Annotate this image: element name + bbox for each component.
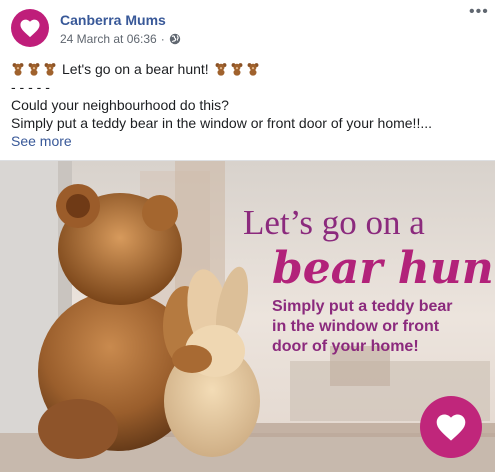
teddy-bear-emoji-icon <box>28 63 40 76</box>
image-headline-line-2: bear hunt! <box>272 243 495 294</box>
image-headline-line-1: Let’s go on a <box>243 203 425 242</box>
heart-icon <box>20 19 40 38</box>
page-name-link[interactable]: Canberra Mums <box>60 12 166 28</box>
post-image[interactable]: Let’s go on a bear hunt! Simply put a te… <box>0 160 495 472</box>
see-more-link[interactable]: See more <box>11 132 486 150</box>
post-timestamp[interactable]: 24 March at 06:36 <box>60 32 157 46</box>
teddy-bear-emoji-icon <box>215 63 227 76</box>
page-avatar[interactable] <box>11 9 49 47</box>
post-text-line-3: Could your neighbourhood do this? <box>11 97 229 113</box>
post-text-line-4: Simply put a teddy bear in the window or… <box>11 115 432 131</box>
teddy-bear-emoji-icon <box>247 63 259 76</box>
post-text-line-2: - - - - - <box>11 79 50 95</box>
post-text: Let's go on a bear hunt! - - - - - Could… <box>11 60 486 150</box>
post-meta: 24 March at 06:36 · <box>60 32 181 46</box>
post-headline-text: Let's go on a bear hunt! <box>62 61 209 77</box>
teddy-bear-emoji-icon <box>231 63 243 76</box>
globe-icon[interactable] <box>169 33 181 45</box>
facebook-post: Canberra Mums 24 March at 06:36 · ••• Le… <box>0 0 495 472</box>
teddy-bear-emoji-icon <box>44 63 56 76</box>
post-text-line-1: Let's go on a bear hunt! <box>11 60 486 78</box>
heart-logo-icon <box>420 396 482 458</box>
meta-separator: · <box>160 32 165 46</box>
image-subtext: Simply put a teddy bear in the window or… <box>272 297 482 357</box>
image-subtext-line: Simply put a teddy bear <box>272 298 453 315</box>
image-subtext-line: in the window or front <box>272 318 440 335</box>
heart-icon <box>436 414 466 441</box>
image-subtext-line: door of your home! <box>272 338 419 355</box>
teddy-bear-emoji-icon <box>12 63 24 76</box>
ellipsis-icon: ••• <box>469 3 489 20</box>
more-options-button[interactable]: ••• <box>469 3 489 20</box>
